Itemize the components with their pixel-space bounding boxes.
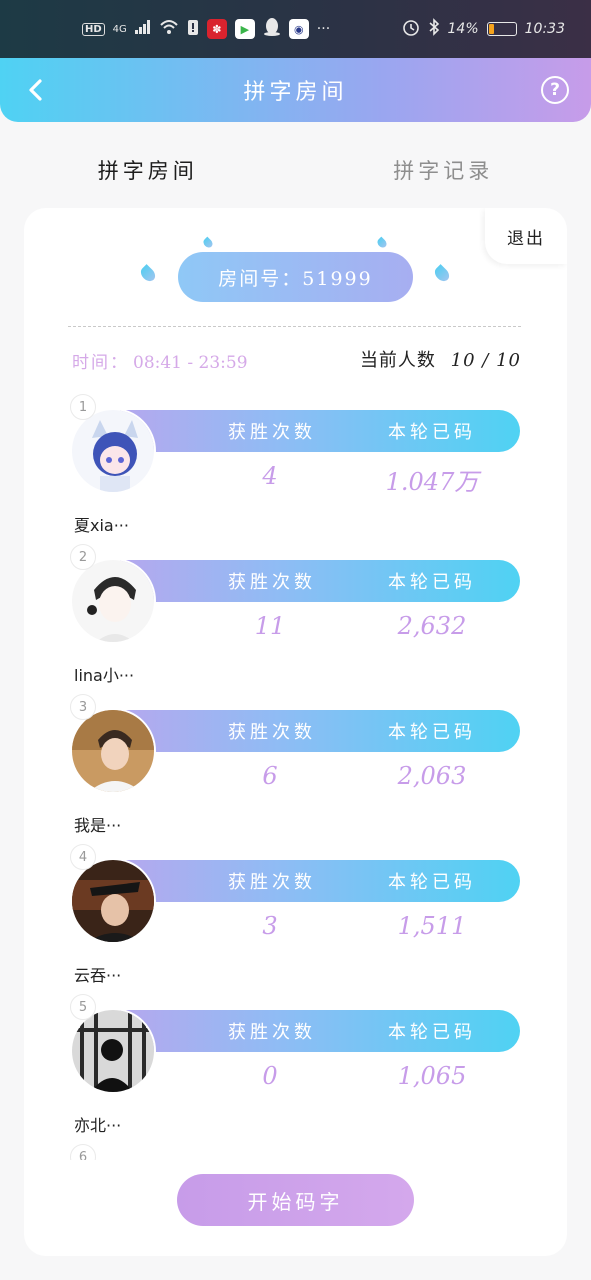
app-icon-circle: ◉: [288, 19, 309, 39]
rank-badge: 5: [70, 994, 96, 1020]
rank-badge: 4: [70, 844, 96, 870]
tab-spelling-record[interactable]: 拼字记录: [296, 140, 591, 200]
app-icon-red: ✽: [206, 19, 227, 39]
status-right: 14% 10:33: [402, 18, 565, 40]
player-name: lina小···: [74, 666, 135, 685]
rank-badge: 3: [70, 694, 96, 720]
drop-decoration-icon: [375, 236, 389, 250]
people-count: 10 / 10: [450, 350, 521, 371]
back-button[interactable]: [18, 72, 54, 108]
avatar-image: [72, 860, 154, 942]
typed-label: 本轮已码: [388, 422, 476, 443]
time-range: 08:41 - 23:59: [133, 353, 248, 373]
rank-badge: 2: [70, 544, 96, 570]
player-row[interactable]: 1 获胜次数 本轮已码 4 1.047万 夏xia···: [24, 392, 567, 542]
wins-label: 获胜次数: [228, 722, 316, 743]
typed-label: 本轮已码: [388, 1022, 476, 1043]
player-name: 夏xia···: [74, 516, 129, 535]
battery-percent: 14%: [447, 21, 479, 37]
drop-decoration-icon: [432, 264, 452, 284]
app-header: 拼字房间 ?: [0, 58, 591, 122]
drop-decoration-icon: [138, 264, 158, 284]
signal-bars-icon: [134, 20, 151, 38]
wifi-icon: [159, 19, 179, 39]
chevron-left-icon: [29, 79, 42, 101]
exit-button[interactable]: 退出: [485, 208, 567, 264]
people-count-row: 当前人数 10 / 10: [360, 346, 521, 372]
page-title: 拼字房间: [243, 80, 348, 105]
app-icon-video: ▶: [234, 19, 255, 39]
help-icon: ?: [550, 80, 560, 100]
rank-badge: 6: [70, 1144, 96, 1160]
typed-label: 本轮已码: [388, 572, 476, 593]
player-row[interactable]: 5 获胜次数 本轮已码 0 1,065 亦北···: [24, 992, 567, 1142]
rank-badge: 1: [70, 394, 96, 420]
stat-bar: 获胜次数 本轮已码: [120, 1010, 520, 1052]
divider: [68, 326, 521, 327]
player-row[interactable]: 4 获胜次数 本轮已码 3 1,511 云吞···: [24, 842, 567, 992]
avatar[interactable]: [70, 408, 156, 494]
people-label: 当前人数: [359, 350, 436, 371]
wins-label: 获胜次数: [228, 572, 316, 593]
status-bar: HD 4G ✽ ▶ ◉ ··· 14% 10:33: [0, 0, 591, 58]
player-row[interactable]: 2 获胜次数 本轮已码 11 2,632 lina小···: [24, 542, 567, 692]
signal-4g-icon: 4G: [112, 23, 127, 35]
stat-bar: 获胜次数 本轮已码: [120, 560, 520, 602]
avatar-image: [72, 1010, 154, 1092]
player-row[interactable]: 6: [24, 1142, 567, 1160]
qq-icon: [263, 17, 281, 41]
tab-spelling-room[interactable]: 拼字房间: [0, 140, 296, 200]
battery-icon: [486, 22, 517, 36]
wins-label: 获胜次数: [228, 872, 316, 893]
typed-label: 本轮已码: [388, 722, 476, 743]
avatar[interactable]: [70, 708, 156, 794]
avatar-image: [72, 560, 154, 642]
stat-bar: 获胜次数 本轮已码: [120, 860, 520, 902]
room-card: 退出 房间号：51999 时间： 08:41 - 23:59 当前人数 10 / …: [24, 208, 567, 1256]
avatar[interactable]: [70, 558, 156, 644]
wins-label: 获胜次数: [228, 1022, 316, 1043]
status-left: HD 4G ✽ ▶ ◉ ···: [82, 17, 330, 41]
avatar-image: [72, 410, 154, 492]
player-name: 亦北···: [74, 1116, 122, 1135]
room-number-badge: 房间号：51999: [178, 252, 413, 302]
player-row[interactable]: 3 获胜次数 本轮已码 6 2,063 我是···: [24, 692, 567, 842]
player-list[interactable]: 1 获胜次数 本轮已码 4 1.047万 夏xia··· 2 获胜次数 本轮已码…: [24, 392, 567, 1160]
alarm-icon: [402, 18, 420, 40]
start-typing-button[interactable]: 开始码字: [177, 1174, 414, 1226]
time-range-row: 时间： 08:41 - 23:59: [72, 348, 248, 373]
help-button[interactable]: ?: [541, 76, 569, 104]
stat-bar: 获胜次数 本轮已码: [120, 410, 520, 452]
time-label: 时间：: [72, 353, 129, 373]
hd-icon: HD: [82, 22, 105, 36]
typed-label: 本轮已码: [388, 872, 476, 893]
avatar[interactable]: [70, 858, 156, 944]
player-name: 我是···: [74, 816, 122, 835]
stat-bar: 获胜次数 本轮已码: [120, 710, 520, 752]
wins-label: 获胜次数: [228, 422, 316, 443]
player-name: 云吞···: [74, 966, 122, 985]
clock: 10:33: [524, 21, 565, 37]
drop-decoration-icon: [201, 236, 215, 250]
avatar[interactable]: [70, 1008, 156, 1094]
avatar-image: [72, 710, 154, 792]
alert-icon: [187, 18, 199, 40]
tab-bar: 拼字房间 拼字记录: [0, 140, 591, 200]
bluetooth-icon: [428, 18, 440, 40]
more-icon: ···: [316, 21, 331, 37]
